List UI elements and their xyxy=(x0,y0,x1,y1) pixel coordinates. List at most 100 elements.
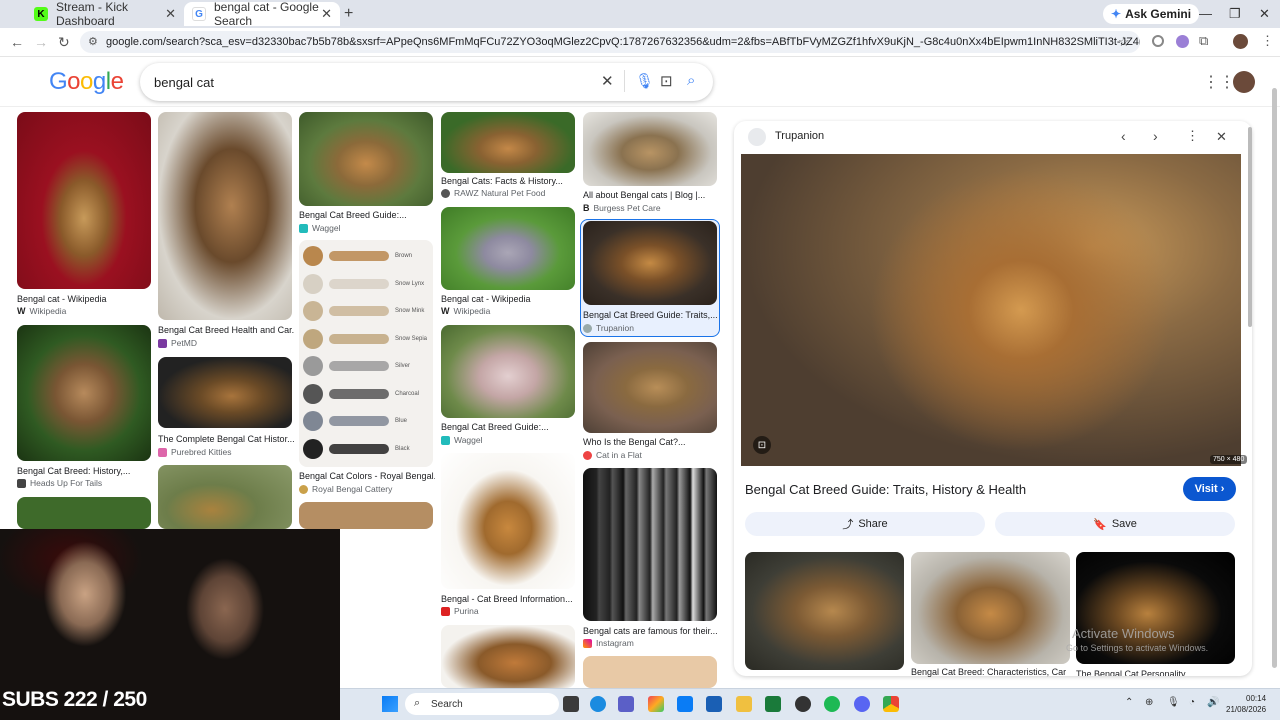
panel-scrollbar[interactable] xyxy=(1248,127,1252,327)
taskbar-search[interactable]: ⌕ Search xyxy=(405,693,559,715)
result-image[interactable] xyxy=(158,112,292,320)
more-options-icon[interactable]: ⋮ xyxy=(1186,128,1199,144)
menu-kebab-icon[interactable]: ⋮ xyxy=(1261,33,1274,49)
result-source[interactable]: Trupanion xyxy=(583,323,634,333)
close-tab-icon[interactable]: ✕ xyxy=(165,6,176,22)
search-icon[interactable]: ⌕ xyxy=(687,72,695,89)
close-window-icon[interactable]: ✕ xyxy=(1259,6,1270,22)
related-image[interactable] xyxy=(745,552,904,670)
result-source[interactable]: B Burgess Pet Care xyxy=(583,203,661,213)
tab-google-search[interactable]: G bengal cat - Google Search ✕ xyxy=(184,0,340,28)
result-source[interactable]: Waggel xyxy=(441,435,483,445)
previous-icon[interactable]: ‹ xyxy=(1121,128,1126,144)
save-button[interactable]: 🔖 Save xyxy=(995,512,1235,536)
result-image[interactable] xyxy=(441,625,575,688)
result-image-selected[interactable] xyxy=(583,221,717,305)
result-source[interactable]: W Wikipedia xyxy=(17,306,66,316)
result-source[interactable]: Heads Up For Tails xyxy=(17,478,102,488)
store-icon[interactable] xyxy=(677,696,693,712)
preview-image[interactable]: ⊡ xyxy=(741,154,1241,466)
close-panel-icon[interactable]: ✕ xyxy=(1216,129,1227,145)
panel-title[interactable]: Bengal Cat Breed Guide: Traits, History … xyxy=(745,482,1026,497)
ask-gemini-button[interactable]: ✦ Ask Gemini xyxy=(1103,4,1200,24)
result-image[interactable] xyxy=(441,207,575,290)
teams-icon[interactable] xyxy=(618,696,634,712)
google-logo[interactable]: Google xyxy=(49,68,124,96)
result-image[interactable] xyxy=(17,325,151,461)
related-image[interactable] xyxy=(911,552,1070,664)
result-caption[interactable]: Bengal cat - Wikipedia xyxy=(17,294,153,304)
lens-icon[interactable]: ⊡ xyxy=(660,72,673,90)
result-caption[interactable]: Bengal Cat Colors - Royal Bengal... xyxy=(299,471,435,481)
result-caption[interactable]: All about Bengal cats | Blog |... xyxy=(583,190,719,200)
reload-icon[interactable]: ↻ xyxy=(58,34,70,51)
windows-start-icon[interactable] xyxy=(382,696,398,712)
result-image[interactable] xyxy=(441,453,575,589)
result-caption[interactable]: The Complete Bengal Cat Histor... xyxy=(158,434,294,444)
result-caption[interactable]: Bengal cat - Wikipedia xyxy=(441,294,577,304)
volume-icon[interactable]: 🔊 xyxy=(1207,697,1219,708)
task-view-icon[interactable] xyxy=(563,696,579,712)
back-icon[interactable]: ← xyxy=(10,34,24,50)
network-icon[interactable]: ⊕ xyxy=(1145,697,1153,708)
avatar[interactable] xyxy=(1233,71,1255,93)
result-source[interactable]: Purina xyxy=(441,606,479,616)
related-caption[interactable]: Bengal Cat Breed: Characteristics, Car..… xyxy=(911,667,1066,677)
result-image[interactable] xyxy=(158,465,292,529)
close-tab-icon[interactable]: ✕ xyxy=(321,6,332,22)
forward-icon[interactable]: → xyxy=(34,34,48,50)
bookmark-star-icon[interactable]: ☆ xyxy=(1118,34,1130,50)
result-source[interactable]: Cat in a Flat xyxy=(583,450,642,460)
edge-icon[interactable] xyxy=(590,696,606,712)
result-caption[interactable]: Bengal - Cat Breed Information... xyxy=(441,594,577,604)
lens-search-icon[interactable]: ⊡ xyxy=(753,436,771,454)
obs-icon[interactable] xyxy=(795,696,811,712)
profile-avatar[interactable] xyxy=(1233,34,1248,49)
minimize-icon[interactable]: — xyxy=(1199,6,1212,21)
copilot-icon[interactable] xyxy=(648,696,664,712)
result-source[interactable]: Royal Bengal Cattery xyxy=(299,484,392,494)
result-caption[interactable]: Bengal Cat Breed Guide:... xyxy=(299,210,435,220)
chrome-icon[interactable] xyxy=(883,696,899,712)
page-scrollbar[interactable] xyxy=(1272,88,1277,668)
result-image[interactable] xyxy=(583,656,717,688)
result-source[interactable]: Waggel xyxy=(299,223,341,233)
tray-chevron-icon[interactable]: ⌃ xyxy=(1125,697,1133,708)
result-source[interactable]: RAWZ Natural Pet Food xyxy=(441,188,545,198)
result-image[interactable] xyxy=(299,112,433,206)
system-clock[interactable]: 00:14 21/08/2026 xyxy=(1226,693,1266,715)
result-image[interactable] xyxy=(158,357,292,428)
outlook-icon[interactable] xyxy=(706,696,722,712)
share-button[interactable]: ⤴ Share xyxy=(745,512,985,536)
microphone-icon[interactable]: 🎙 xyxy=(635,72,654,90)
result-image[interactable] xyxy=(17,497,151,529)
result-image[interactable] xyxy=(441,325,575,418)
result-caption[interactable]: Bengal Cat Breed Health and Car... xyxy=(158,325,294,335)
shield-icon[interactable] xyxy=(1152,35,1164,47)
result-image[interactable] xyxy=(299,502,433,529)
result-image[interactable] xyxy=(583,342,717,433)
result-caption[interactable]: Bengal Cat Breed: History,... xyxy=(17,466,153,476)
result-caption[interactable]: Bengal Cat Breed Guide: Traits,... xyxy=(583,310,719,320)
result-image[interactable] xyxy=(583,112,717,186)
result-source[interactable]: Purebred Kitties xyxy=(158,447,231,457)
search-input[interactable]: bengal cat xyxy=(140,63,713,101)
puzzle-extensions-icon[interactable]: ⧉ xyxy=(1199,33,1208,49)
result-source[interactable]: Instagram xyxy=(583,638,634,648)
new-tab-button[interactable]: + xyxy=(344,5,353,23)
site-info-icon[interactable]: ⚙ xyxy=(88,35,98,48)
result-image[interactable] xyxy=(441,112,575,173)
next-icon[interactable]: › xyxy=(1153,128,1158,144)
related-caption[interactable]: The Bengal Cat Personality... xyxy=(1076,669,1235,676)
tab-kick-dashboard[interactable]: K Stream - Kick Dashboard ✕ xyxy=(26,0,184,28)
result-source[interactable]: PetMD xyxy=(158,338,197,348)
address-bar[interactable]: ⚙ google.com/search?sca_esv=d32330bac7b5… xyxy=(80,31,1140,53)
result-caption[interactable]: Bengal Cat Breed Guide:... xyxy=(441,422,577,432)
result-caption[interactable]: Bengal cats are famous for their... xyxy=(583,626,719,636)
result-source[interactable]: W Wikipedia xyxy=(441,306,490,316)
panel-source[interactable]: Trupanion xyxy=(775,130,824,142)
result-caption[interactable]: Bengal Cats: Facts & History... xyxy=(441,176,577,186)
clear-icon[interactable]: ✕ xyxy=(601,72,614,90)
file-explorer-icon[interactable] xyxy=(736,696,752,712)
result-image[interactable] xyxy=(17,112,151,289)
